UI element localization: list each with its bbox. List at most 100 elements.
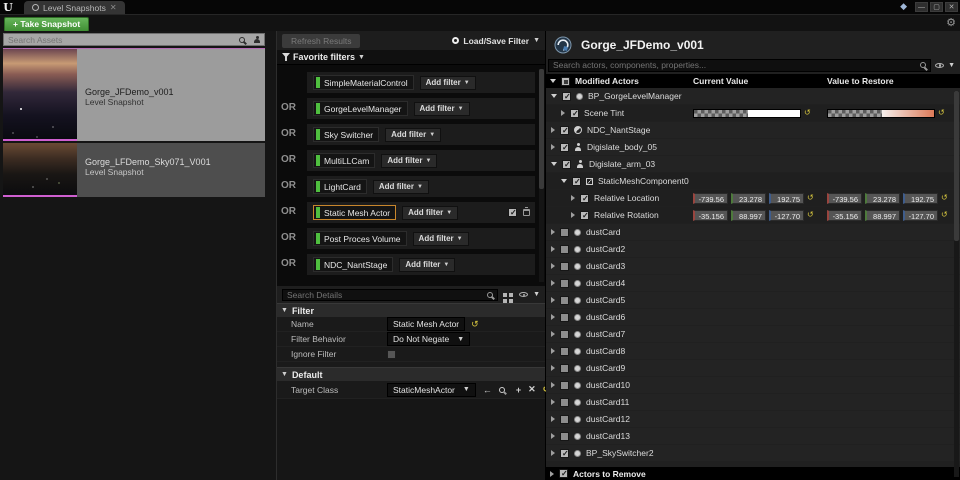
add-filter-button[interactable]: Add filter▼ (381, 154, 437, 168)
x-value-field[interactable]: -35.156 (827, 210, 862, 221)
filter-chip[interactable]: SimpleMaterialControl (313, 75, 414, 90)
add-filter-button[interactable]: Add filter▼ (385, 128, 441, 142)
expander-icon[interactable] (551, 263, 555, 269)
row-checkbox[interactable] (580, 194, 589, 203)
z-value-field[interactable]: -127.70 (769, 210, 804, 221)
filter-chip[interactable]: Sky Switcher (313, 127, 379, 142)
table-row[interactable]: dustCard12 (546, 411, 960, 427)
color-swatch[interactable] (827, 109, 935, 118)
filter-list-scrollbar[interactable] (539, 69, 544, 282)
z-value-field[interactable]: -127.70 (903, 210, 938, 221)
x-value-field[interactable]: -739.56 (827, 193, 862, 204)
row-checkbox[interactable] (560, 228, 569, 237)
minimize-button[interactable]: — (915, 2, 928, 12)
ignore-filter-checkbox[interactable] (387, 350, 396, 359)
filter-chip[interactable]: GorgeLevelManager (313, 101, 408, 116)
table-row[interactable]: StaticMeshComponent0 (546, 173, 960, 189)
view-options-eye-icon[interactable] (519, 292, 528, 297)
table-row[interactable]: NDC_NantStage (546, 122, 960, 138)
filter-chip[interactable]: Post Proces Volume (313, 231, 407, 246)
expander-icon[interactable] (551, 450, 555, 456)
feedback-icon[interactable]: ◆ (900, 1, 907, 12)
snapshot-item[interactable]: Gorge_LFDemo_Sky071_V001Level Snapshot (3, 143, 265, 197)
table-row[interactable]: Digislate_body_05 (546, 139, 960, 155)
table-row[interactable]: dustCard10 (546, 377, 960, 393)
filter-name-input[interactable]: Static Mesh Actor (387, 317, 465, 331)
add-icon[interactable]: + (516, 385, 521, 395)
reset-icon[interactable]: ↺ (941, 211, 948, 219)
add-filter-button[interactable]: Add filter▼ (399, 258, 455, 272)
add-filter-button[interactable]: Add filter▼ (420, 76, 476, 90)
search-assets-input[interactable] (4, 35, 239, 45)
load-save-filter-button[interactable]: Load/Save Filter ▼ (452, 36, 540, 46)
reset-icon[interactable]: ↺ (804, 109, 811, 117)
view-options-eye-icon[interactable] (935, 63, 944, 68)
expander-icon[interactable] (551, 314, 555, 320)
filter-chip[interactable]: NDC_NantStage (313, 257, 393, 272)
table-row[interactable]: Scene Tint↺↺ (546, 105, 960, 121)
expander-icon[interactable] (551, 297, 555, 303)
expander-icon[interactable] (551, 127, 555, 133)
expander-icon[interactable] (550, 471, 554, 477)
add-filter-button[interactable]: Add filter▼ (414, 102, 470, 116)
table-row[interactable]: dustCard9 (546, 360, 960, 376)
clear-icon[interactable]: ✕ (528, 384, 536, 395)
row-checkbox[interactable] (560, 381, 569, 390)
table-row[interactable]: dustCard11 (546, 394, 960, 410)
expander-icon[interactable] (551, 162, 557, 166)
add-filter-button[interactable]: Add filter▼ (413, 232, 469, 246)
table-row[interactable]: dustCard (546, 224, 960, 240)
row-checkbox[interactable] (560, 296, 569, 305)
table-row[interactable]: dustCard13 (546, 428, 960, 444)
trash-icon[interactable] (523, 209, 530, 216)
reset-icon[interactable]: ↺ (807, 194, 814, 202)
settings-gear-icon[interactable]: ⚙ (946, 16, 956, 29)
search-details-field[interactable] (282, 289, 498, 301)
user-filter-icon[interactable] (253, 36, 261, 44)
expander-icon[interactable] (551, 229, 555, 235)
table-row[interactable]: dustCard6 (546, 309, 960, 325)
y-value-field[interactable]: 23.278 (865, 193, 900, 204)
expander-icon[interactable] (551, 94, 557, 98)
expander-icon[interactable] (551, 365, 555, 371)
row-checkbox[interactable] (560, 126, 569, 135)
search-details-input[interactable] (283, 290, 487, 300)
default-section-header[interactable]: ▼ Default (277, 367, 545, 381)
color-swatch[interactable] (693, 109, 801, 118)
reset-icon[interactable]: ↺ (941, 194, 948, 202)
table-row[interactable]: Relative Rotation-35.15688.997-127.70↺-3… (546, 207, 960, 223)
close-button[interactable]: ✕ (945, 2, 958, 12)
browse-icon[interactable] (499, 387, 505, 393)
table-row[interactable]: BP_GorgeLevelManager (546, 88, 960, 104)
row-checkbox[interactable] (560, 364, 569, 373)
z-value-field[interactable]: 192.75 (903, 193, 938, 204)
expander-icon[interactable] (571, 195, 575, 201)
row-checkbox[interactable] (560, 415, 569, 424)
table-row[interactable]: dustCard4 (546, 275, 960, 291)
row-checkbox[interactable] (560, 262, 569, 271)
table-row[interactable]: dustCard3 (546, 258, 960, 274)
row-checkbox[interactable] (572, 177, 581, 186)
expander-icon[interactable] (551, 280, 555, 286)
checkbox[interactable] (559, 469, 568, 478)
filter-behavior-dropdown[interactable]: Do Not Negate ▼ (387, 332, 470, 346)
table-row[interactable]: dustCard8 (546, 343, 960, 359)
table-row[interactable]: dustCard7 (546, 326, 960, 342)
filter-chip[interactable]: LightCard (313, 179, 367, 194)
reset-icon[interactable]: ↺ (938, 109, 945, 117)
add-filter-button[interactable]: Add filter▼ (373, 180, 429, 194)
expander-icon[interactable] (571, 212, 575, 218)
tab-close-icon[interactable]: ✕ (110, 3, 117, 12)
select-all-checkbox[interactable] (561, 77, 570, 86)
expander-icon[interactable] (551, 399, 555, 405)
x-value-field[interactable]: -739.56 (693, 193, 728, 204)
row-checkbox[interactable] (580, 211, 589, 220)
row-checkbox[interactable] (560, 245, 569, 254)
results-search-input[interactable] (549, 60, 920, 70)
y-value-field[interactable]: 88.997 (731, 210, 766, 221)
filter-section-header[interactable]: ▼ Filter (277, 303, 545, 317)
x-value-field[interactable]: -35.156 (693, 210, 728, 221)
row-checkbox[interactable] (570, 109, 579, 118)
filter-row-checkbox[interactable] (508, 208, 517, 217)
reset-icon[interactable]: ↺ (807, 211, 814, 219)
